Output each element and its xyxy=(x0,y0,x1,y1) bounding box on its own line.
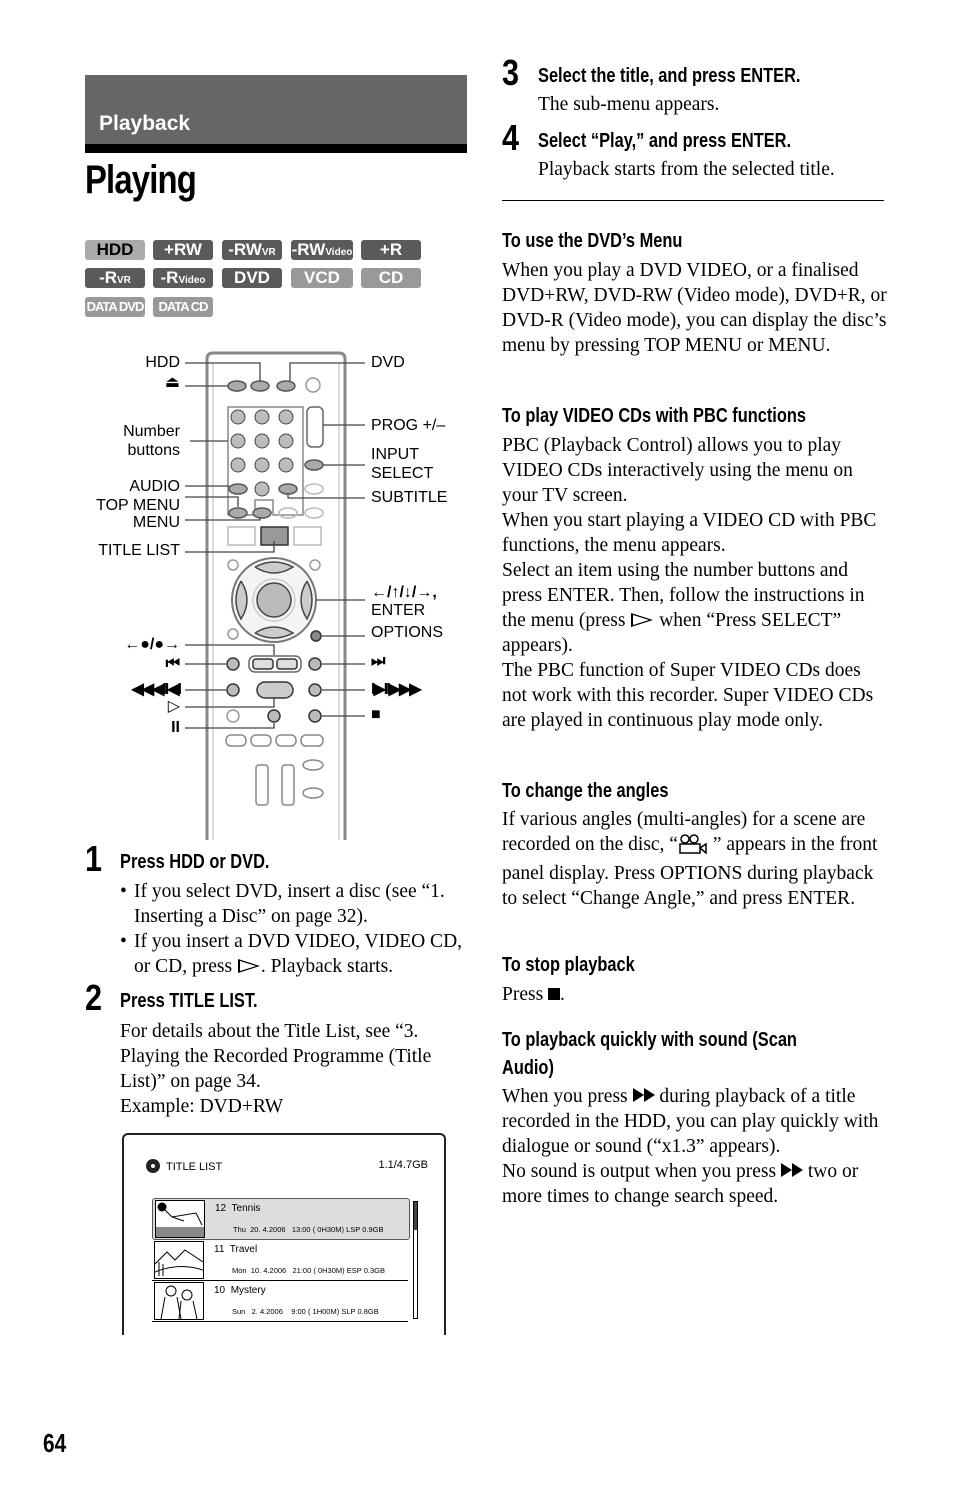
title-row[interactable]: 10 Mystery Sun 2. 4.2006 9:00 ( 1H00M) S… xyxy=(152,1281,408,1322)
label-instant-replay-advance: ←●/●→ xyxy=(124,636,180,653)
play-icon xyxy=(631,613,654,627)
label-options: OPTIONS xyxy=(371,624,444,641)
label-number-buttons: Number buttons xyxy=(123,423,180,459)
label-menu: MENU xyxy=(132,514,180,531)
label-dvd: DVD xyxy=(371,354,405,371)
badge-minus-rw-video: -RWVideo xyxy=(291,240,353,260)
example-label: Example: DVD+RW xyxy=(120,1096,284,1117)
step-3-heading: Select the title, and press ENTER. xyxy=(538,65,801,87)
badge-minus-r-vr: -RVR xyxy=(85,268,145,288)
label-enter: ENTER xyxy=(371,602,426,619)
label-hdd: HDD xyxy=(145,354,180,371)
play-icon xyxy=(237,959,260,973)
header-rule xyxy=(85,144,467,153)
dvd-menu-heading: To use the DVD’s Menu xyxy=(502,230,683,252)
label-title-list: TITLE LIST xyxy=(98,542,180,559)
label-input-select: INPUT SELECT xyxy=(371,446,434,482)
thumbnail-travel xyxy=(154,1241,204,1279)
thumbnail-tennis xyxy=(155,1200,205,1238)
badge-data-cd: DATA CD xyxy=(153,297,213,317)
title-row[interactable]: 11 Travel Mon 10. 4.2006 21:00 ( 0H30M) … xyxy=(152,1240,408,1281)
badge-minus-r-video: -RVideo xyxy=(153,268,213,288)
step-1-heading: Press HDD or DVD. xyxy=(120,851,270,873)
pbc-text: PBC (Playback Control) allows you to pla… xyxy=(502,435,877,731)
label-previous: ⏮ xyxy=(165,655,180,672)
label-eject: ⏏ xyxy=(164,374,180,391)
pbc-heading: To play VIDEO CDs with PBC functions xyxy=(502,405,807,427)
step-4-body: Playback starts from the selected title. xyxy=(538,159,835,180)
section-band: Playback xyxy=(85,75,467,144)
label-prog: PROG +/– xyxy=(371,417,446,434)
page-title: Playing xyxy=(85,158,197,202)
step-2-number: 2 xyxy=(85,977,103,1018)
step-3-number: 3 xyxy=(502,52,520,93)
step-3-body: The sub-menu appears. xyxy=(538,94,720,115)
badge-dvd: DVD xyxy=(222,268,282,288)
label-stop: ■ xyxy=(371,706,381,723)
scrollbar-thumb[interactable] xyxy=(414,1202,417,1230)
camera-angle-icon xyxy=(678,834,708,861)
title-list-screen: TITLE LIST 1.1/4.7GB 12 Tennis Thu 20. 4… xyxy=(122,1133,446,1335)
title-row[interactable]: 12 Tennis Thu 20. 4.2006 13:00 ( 0H30M) … xyxy=(152,1198,410,1240)
disc-icon xyxy=(146,1159,160,1173)
step-4-number: 4 xyxy=(502,117,520,158)
badge-cd: CD xyxy=(361,268,421,288)
label-subtitle: SUBTITLE xyxy=(371,489,448,506)
label-audio: AUDIO xyxy=(129,478,180,495)
badge-plus-rw: +RW xyxy=(153,240,213,260)
label-pause: II xyxy=(171,719,180,736)
stop-text: Press . xyxy=(502,984,565,1005)
step-2-heading: Press TITLE LIST. xyxy=(120,990,258,1012)
step-1-bullet-1: If you select DVD, insert a disc (see “1… xyxy=(120,879,470,929)
fast-forward-icon xyxy=(780,1159,803,1184)
badge-data-dvd: DATA DVD xyxy=(85,297,145,317)
step-2-body: For details about the Title List, see “3… xyxy=(120,1019,470,1119)
stop-heading: To stop playback xyxy=(502,954,635,976)
angles-heading: To change the angles xyxy=(502,780,669,802)
step-1-number: 1 xyxy=(85,838,103,879)
disc-capacity: 1.1/4.7GB xyxy=(378,1159,428,1171)
label-next: ⏭ xyxy=(371,653,386,670)
step-4-heading: Select “Play,” and press ENTER. xyxy=(538,130,792,152)
dvd-menu-text: When you play a DVD VIDEO, or a finalise… xyxy=(502,260,887,356)
scan-audio-text: When you press during playback of a titl… xyxy=(502,1084,879,1207)
thumbnail-mystery xyxy=(154,1282,204,1320)
remote-diagram: HDD ⏏ Number buttons AUDIO TOP MENU MENU… xyxy=(85,345,475,840)
badge-plus-r: +R xyxy=(361,240,421,260)
badge-hdd: HDD xyxy=(85,240,145,260)
scan-audio-heading: To playback quickly with sound (Scan xyxy=(502,1029,797,1051)
step-1-body: If you select DVD, insert a disc (see “1… xyxy=(120,879,470,979)
section-label: Playback xyxy=(99,112,191,135)
title-list-scrollbar[interactable] xyxy=(413,1201,418,1319)
label-arrows: ←/↑/↓/→, xyxy=(371,584,437,601)
step-1-bullet-2: If you insert a DVD VIDEO, VIDEO CD, or … xyxy=(120,929,470,979)
label-play: ▷ xyxy=(167,698,180,715)
badge-vcd: VCD xyxy=(291,268,353,288)
section-divider xyxy=(502,200,884,201)
label-forward-slow: I▶II▶▶▶ xyxy=(371,681,422,698)
stop-icon xyxy=(548,988,561,1000)
title-list-header: TITLE LIST xyxy=(146,1159,222,1173)
angles-text: If various angles (multi-angles) for a s… xyxy=(502,809,878,909)
scan-audio-heading-2: Audio) xyxy=(502,1057,554,1079)
page-number: 64 xyxy=(43,1428,67,1458)
fast-forward-icon xyxy=(632,1084,655,1109)
badge-minus-rw-vr: -RWVR xyxy=(222,240,282,260)
